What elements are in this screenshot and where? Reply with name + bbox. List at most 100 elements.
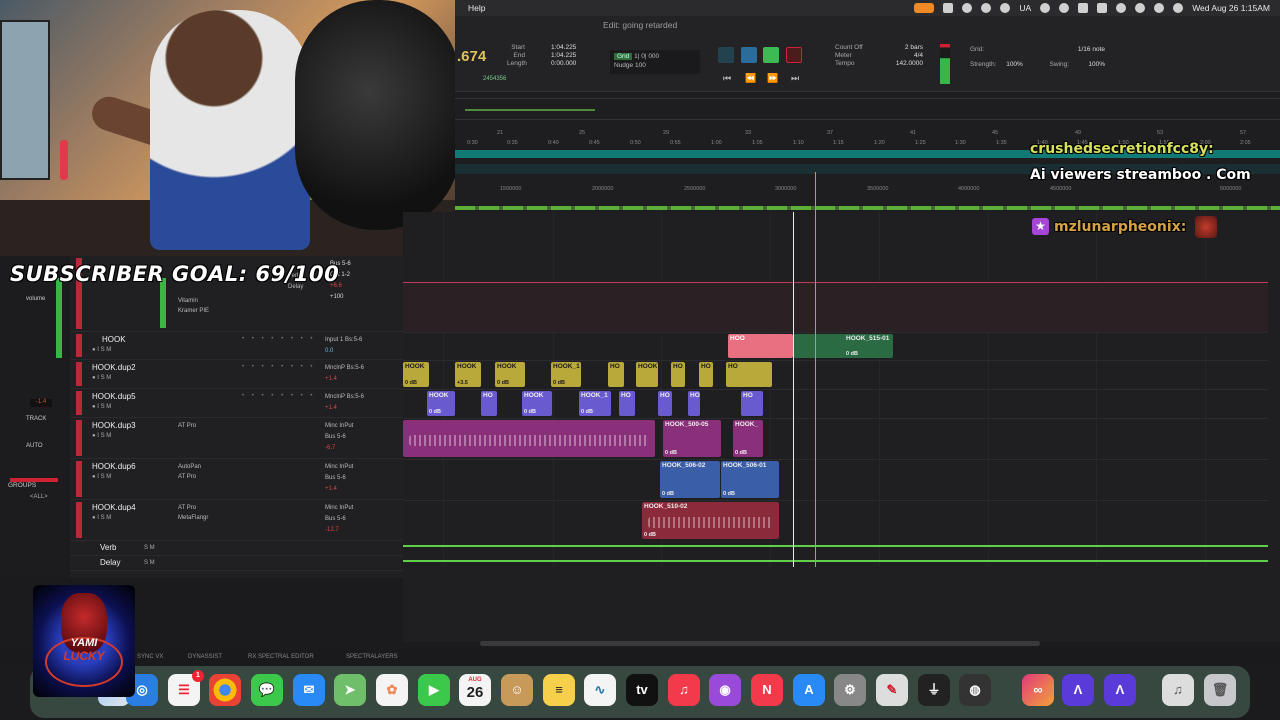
sync-icon[interactable] [981,3,992,13]
edit-playlist[interactable]: HOO HOOK_515-01 0 dB HOOK 0 dB HOOK +3.5 H… [403,172,1280,642]
track-name[interactable]: HOOK [102,335,126,344]
length-value[interactable]: 0:00.000 [551,60,576,68]
grid-value[interactable]: 1| 0| 000 [634,53,659,60]
end-icon[interactable]: ⏭ [791,73,799,84]
io-input[interactable]: Input 1 [325,337,343,343]
io-bus[interactable]: Bs:5-6 [347,394,364,400]
clip-ruler[interactable] [455,206,1280,210]
groups-label[interactable]: GROUPS [8,482,36,489]
io-vol[interactable]: +1.4 [325,484,353,495]
insert-slots[interactable]: • • • • • • • • [242,393,315,399]
chrome-icon[interactable] [209,674,241,706]
aux-volume-line[interactable] [403,560,1268,562]
track-buttons[interactable]: ● I S M [92,375,111,381]
audio-clip[interactable]: HOOK_506-01 0 dB [721,461,779,498]
messages-icon[interactable]: 💬 [251,674,283,706]
audio-clip[interactable]: HOOK_510-02 0 dB [642,502,779,539]
strength-value[interactable]: 100% [1006,61,1023,68]
wifi-icon[interactable] [1116,3,1127,13]
record-icon[interactable] [1000,3,1011,13]
io-vol[interactable]: -6.7 [325,443,353,454]
mail-icon[interactable]: ✉ [293,674,325,706]
avid-icon[interactable]: Λ [1062,674,1094,706]
track-name[interactable]: HOOK.dup3 [92,421,136,430]
microphone-icon[interactable] [914,3,935,13]
audio-clip[interactable]: HOOK_1 0 dB [579,391,611,416]
io-input[interactable]: Minc InPut [325,423,353,429]
trash-icon[interactable]: 🗑 [1204,674,1236,706]
rtz-icon[interactable]: ⏮ [723,73,731,84]
plugin-slot[interactable]: Kramer PIE [178,306,209,316]
battery-icon[interactable] [1097,3,1108,13]
io-bus[interactable]: Bs:5-6 [347,365,364,371]
track-name[interactable]: Verb [100,543,116,552]
track-row-aux[interactable]: Delay S M [70,556,403,571]
audio-clip[interactable]: HO [671,362,685,387]
system-settings-icon[interactable]: ⚙ [834,674,866,706]
stop-button[interactable] [741,47,757,63]
photos-icon[interactable]: ✿ [376,674,408,706]
plugin-slot[interactable]: AT Pro [178,421,196,431]
audio-clip[interactable]: HO [688,391,700,416]
meter-value[interactable]: 4/4 [893,52,923,60]
volume-fader[interactable] [56,278,62,358]
logic-icon[interactable]: ♫ [1162,674,1194,706]
music-icon[interactable]: ♫ [668,674,700,706]
audio-clip[interactable]: HO [619,391,635,416]
count-off-label[interactable]: Count Off [835,44,863,52]
contacts-icon[interactable]: ☺ [501,674,533,706]
rewind-icon[interactable]: ⏪ [745,73,756,84]
audio-clip[interactable]: HOOK 0 dB [427,391,455,416]
volume-value[interactable]: -1.4 [30,399,52,407]
istat-icon[interactable]: ◍ [959,674,991,706]
io-bus[interactable]: Bus 5-6 [325,434,346,440]
track-name[interactable]: Delay [100,558,120,567]
audio-clip[interactable]: HO [608,362,624,387]
tab-dynassist[interactable]: DYNASSIST [188,654,222,660]
io-input[interactable]: Minc InPut [325,464,353,470]
plugin-slot[interactable]: AT Pro [178,503,208,513]
menu-status-ua[interactable]: UA [1019,3,1031,13]
start-value[interactable]: 1:04.225 [551,44,576,52]
plugin-slot[interactable]: AutoPan [178,462,201,472]
selected-track-zone[interactable] [403,282,1268,332]
plugin-slot[interactable]: AT Pro [178,472,201,482]
audio-clip[interactable]: HOOK_1 0 dB [551,362,581,387]
samples-ruler[interactable]: 1500000 2000000 2500000 3000000 3500000 … [455,186,1280,196]
tab-rx-spectral-editor[interactable]: RX SPECTRAL EDITOR [248,654,314,660]
audio-clip-selected[interactable]: HOO [728,334,793,358]
sub-counter[interactable]: 2454356 [483,76,506,82]
freeform-icon[interactable]: ∿ [584,674,616,706]
io-vol[interactable]: +1.4 [325,374,364,385]
io-bus[interactable]: Bus 5-6 [325,516,346,522]
nudge-value[interactable]: 100 [635,62,646,69]
track-name[interactable]: HOOK.dup4 [92,503,136,512]
calendar-icon[interactable]: AUG 26 [459,674,491,706]
track-row[interactable]: HOOK.dup6 ● I S M AutoPan AT Pro Minc In… [70,459,403,500]
track-label[interactable]: TRACK [26,416,46,422]
main-counter[interactable]: .674 [457,48,486,65]
facetime-icon[interactable]: ▶ [418,674,450,706]
audio-clip[interactable] [403,420,655,457]
track-buttons[interactable]: ● I S M [92,515,111,521]
end-value[interactable]: 1:04.225 [551,52,576,60]
io-input[interactable]: MnclnP [325,394,345,400]
audio-clip[interactable]: HOOK_506-02 0 dB [660,461,720,498]
io-vol[interactable]: +1.4 [325,403,364,414]
count-off-value[interactable]: 2 bars [893,44,923,52]
grid-tag[interactable]: Grid [614,53,633,60]
aux-volume-line[interactable] [403,545,1268,547]
nudge-label[interactable]: Nudge [614,62,633,69]
audio-clip[interactable]: HOOK [636,362,658,387]
io-bus[interactable]: Bus 5-6 [325,475,346,481]
search-icon[interactable] [1135,3,1146,13]
fast-forward-icon[interactable]: ⏩ [767,73,778,84]
track-buttons[interactable]: ● I S M [92,404,111,410]
notes-icon[interactable]: ≡ [543,674,575,706]
io-vol[interactable]: +100 [330,292,351,303]
track-buttons[interactable]: ● I S M [92,433,111,439]
m-icon[interactable] [1040,3,1051,13]
news-icon[interactable]: N [751,674,783,706]
control-center-icon[interactable] [1154,3,1165,13]
tab-sync-vx[interactable]: SYNC VX [137,654,163,660]
